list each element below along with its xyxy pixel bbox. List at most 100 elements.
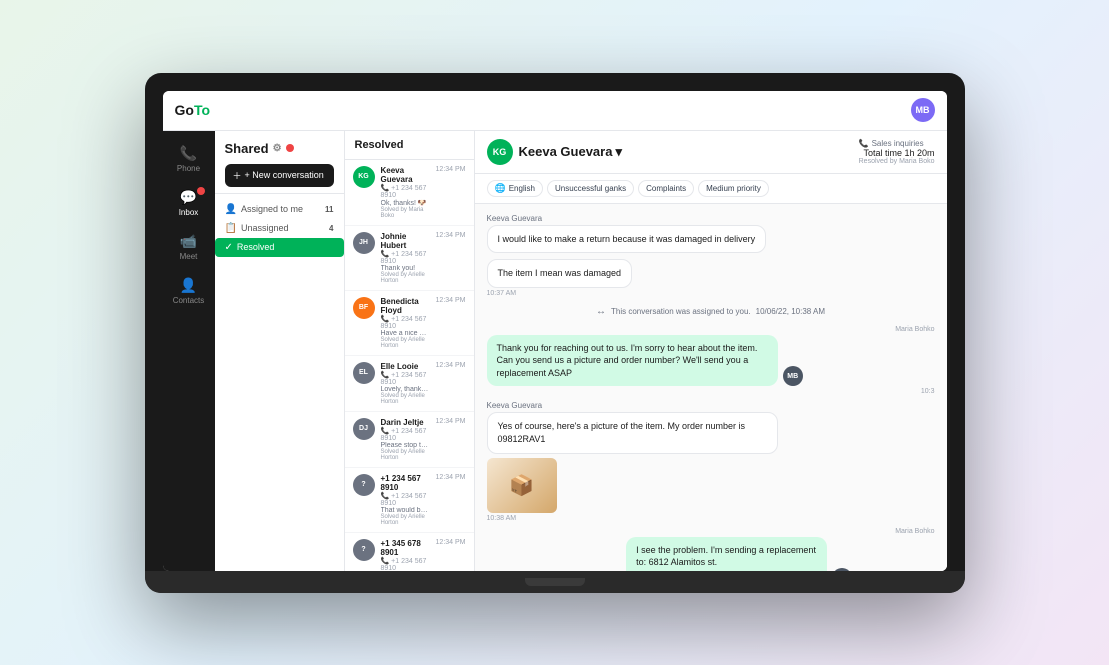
- agent-avatar-6: MB: [832, 568, 852, 570]
- conv-avatar-6: ?: [353, 539, 375, 561]
- conv-phone-1: 📞 +1 234 567 8910: [381, 250, 430, 265]
- resolved-icon: ✓: [225, 242, 233, 253]
- chat-tags: 🌐 English Unsuccessful ganks Complaints …: [475, 174, 947, 204]
- conv-preview-2: Have a nice day: [381, 330, 430, 337]
- chat-contact-avatar: KG: [487, 139, 513, 165]
- tag-unsuccessful-ganks[interactable]: Unsuccessful ganks: [547, 180, 634, 197]
- conv-time-0: 12:34 PM: [436, 166, 466, 173]
- conv-name-0: Keeva Guevara: [381, 166, 430, 184]
- chat-panel: KG Keeva Guevara ▾ 📞 Sales inquiries: [475, 131, 947, 571]
- sidebar-item-label: Phone: [177, 164, 200, 173]
- msg-sender-5: Keeva Guevara: [487, 401, 543, 410]
- inbox-title: Shared ⚙: [225, 141, 334, 156]
- filter-assigned-to-me[interactable]: 👤 Assigned to me 11: [215, 200, 344, 219]
- conversation-item-3[interactable]: EL Elle Looie 📞 +1 234 567 8910 Lovely, …: [345, 356, 474, 412]
- inbox-filters: 👤 Assigned to me 11 📋 Unassigned 4: [215, 194, 344, 263]
- contacts-icon: 👤: [180, 277, 197, 294]
- conv-solved-5: Solved by Arielle Horton: [381, 514, 430, 526]
- conv-preview-0: Ok, thanks! 🐶: [381, 199, 430, 207]
- topbar: GoTo MB: [163, 91, 947, 131]
- conversation-list-panel: Resolved KG Keeva Guevara 📞 +1 234 567 8…: [345, 131, 475, 571]
- conversation-list: KG Keeva Guevara 📞 +1 234 567 8910 Ok, t…: [345, 160, 474, 571]
- tag-english[interactable]: 🌐 English: [487, 180, 543, 197]
- laptop-frame: GoTo MB 📞 Phone 💬 Inbox 📹 M: [145, 73, 965, 593]
- inbox-panel: Shared ⚙ ＋ + New conversation 👤 Assigned…: [215, 131, 345, 571]
- conv-phone-2: 📞 +1 234 567 8910: [381, 315, 430, 330]
- inbox-icon: 💬: [180, 189, 197, 206]
- conv-phone-0: 📞 +1 234 567 8910: [381, 184, 430, 199]
- conv-time-2: 12:34 PM: [436, 297, 466, 304]
- sidebar-item-label: Contacts: [173, 296, 205, 305]
- agent-label-6: Maria Bohko: [895, 528, 934, 535]
- user-avatar[interactable]: MB: [911, 98, 935, 122]
- laptop-base: [145, 571, 965, 593]
- chat-total-time: Total time 1h 20m: [859, 148, 935, 158]
- conv-name-3: Elle Looie: [381, 362, 430, 371]
- conv-name-4: Darin Jeltje: [381, 418, 430, 427]
- sidebar-item-meet[interactable]: 📹 Meet: [167, 227, 211, 267]
- system-message: ↔ This conversation was assigned to you.…: [487, 303, 935, 320]
- conversation-item-6[interactable]: ? +1 345 678 8901 📞 +1 234 567 8910 Soun…: [345, 533, 474, 571]
- conv-avatar-5: ?: [353, 474, 375, 496]
- conv-preview-3: Lovely, thanks for your help: [381, 386, 430, 393]
- conversation-item-0[interactable]: KG Keeva Guevara 📞 +1 234 567 8910 Ok, t…: [345, 160, 474, 226]
- sidebar-item-contacts[interactable]: 👤 Contacts: [167, 271, 211, 311]
- system-time: 10/06/22, 10:38 AM: [756, 307, 825, 316]
- conversation-item-1[interactable]: JH Johnie Hubert 📞 +1 234 567 8910 Thank…: [345, 226, 474, 291]
- message-group-5: Keeva Guevara Yes of course, here's a pi…: [487, 401, 935, 521]
- conv-time-3: 12:34 PM: [436, 362, 466, 369]
- main-area: 📞 Phone 💬 Inbox 📹 Meet 👤 Contacts: [163, 131, 947, 571]
- conv-solved-3: Solved by Arielle Horton: [381, 393, 430, 405]
- chat-queue: 📞 Sales inquiries: [859, 139, 935, 148]
- assign-icon: ↔: [596, 306, 606, 317]
- message-bubble-4: Thank you for reaching out to us. I'm so…: [487, 335, 778, 387]
- conversation-item-4[interactable]: DJ Darin Jeltje 📞 +1 234 567 8910 Please…: [345, 412, 474, 468]
- conv-name-6: +1 345 678 8901: [381, 539, 430, 557]
- conv-phone-4: 📞 +1 234 567 8910: [381, 427, 430, 442]
- message-group-1: Keeva Guevara I would like to make a ret…: [487, 214, 935, 254]
- settings-icon[interactable]: ⚙: [273, 143, 282, 154]
- conv-phone-5: 📞 +1 234 567 8910: [381, 492, 430, 507]
- sidebar-item-inbox[interactable]: 💬 Inbox: [167, 183, 211, 223]
- conv-avatar-2: BF: [353, 297, 375, 319]
- conv-time-5: 12:34 PM: [436, 474, 466, 481]
- laptop-notch: [525, 578, 585, 586]
- message-group-6: Maria Bohko I see the problem. I'm sendi…: [487, 528, 935, 571]
- new-conversation-button[interactable]: ＋ + New conversation: [225, 164, 334, 187]
- sidebar-nav: 📞 Phone 💬 Inbox 📹 Meet 👤 Contacts: [163, 131, 215, 571]
- conv-phone-3: 📞 +1 234 567 8910: [381, 371, 430, 386]
- filter-unassigned[interactable]: 📋 Unassigned 4: [215, 219, 344, 238]
- tag-medium-priority[interactable]: Medium priority: [698, 180, 769, 197]
- sidebar-item-label: Inbox: [179, 208, 199, 217]
- conv-preview-5: That would be all, thanks!: [381, 507, 430, 514]
- chat-messages: Keeva Guevara I would like to make a ret…: [475, 204, 947, 571]
- inbox-badge: [197, 187, 205, 195]
- chat-resolved-by: Resolved by Maria Boko: [859, 158, 935, 165]
- message-bubble-6: I see the problem. I'm sending a replace…: [626, 537, 826, 571]
- meet-icon: 📹: [180, 233, 197, 250]
- message-bubble-5: Yes of course, here's a picture of the i…: [487, 412, 778, 453]
- conv-name-1: Johnie Hubert: [381, 232, 430, 250]
- phone-icon: 📞: [180, 145, 197, 162]
- msg-sender-1: Keeva Guevara: [487, 214, 543, 223]
- sidebar-item-label: Meet: [180, 252, 198, 261]
- conv-time-4: 12:34 PM: [436, 418, 466, 425]
- globe-icon: 🌐: [495, 183, 506, 194]
- chevron-down-icon[interactable]: ▾: [615, 144, 622, 160]
- assigned-icon: 👤: [225, 204, 237, 215]
- chat-meta: 📞 Sales inquiries Total time 1h 20m Reso…: [859, 139, 935, 165]
- conv-preview-4: Please stop texting me, thank you!: [381, 442, 430, 449]
- msg-time-4: 10:3: [921, 388, 935, 395]
- conv-preview-1: Thank you!: [381, 265, 430, 272]
- laptop-screen: GoTo MB 📞 Phone 💬 Inbox 📹 M: [163, 91, 947, 571]
- message-bubble-2: The item I mean was damaged: [487, 259, 633, 288]
- sidebar-item-phone[interactable]: 📞 Phone: [167, 139, 211, 179]
- conv-solved-4: Solved by Arielle Horton: [381, 449, 430, 461]
- conversation-item-2[interactable]: BF Benedicta Floyd 📞 +1 234 567 8910 Hav…: [345, 291, 474, 356]
- tag-complaints[interactable]: Complaints: [638, 180, 694, 197]
- filter-resolved[interactable]: ✓ Resolved: [215, 238, 344, 257]
- conversation-item-5[interactable]: ? +1 234 567 8910 📞 +1 234 567 8910 That…: [345, 468, 474, 533]
- app-logo: GoTo: [175, 102, 211, 118]
- conv-time-1: 12:34 PM: [436, 232, 466, 239]
- inbox-notification-dot: [286, 144, 294, 152]
